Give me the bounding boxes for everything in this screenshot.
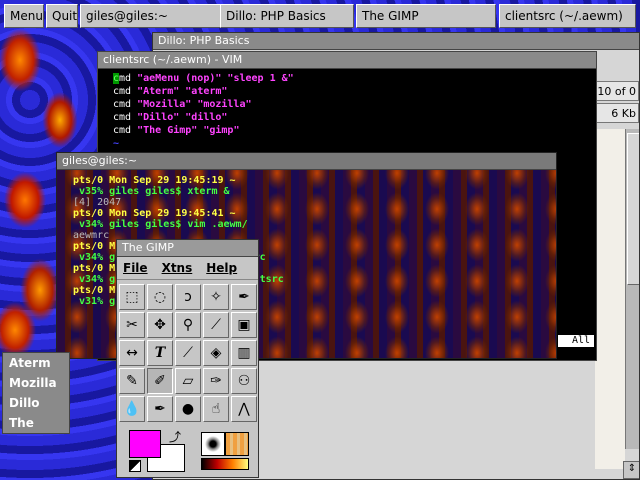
default-colors-icon[interactable] [129, 460, 141, 472]
magic-wand-icon[interactable]: ✧ [203, 284, 229, 310]
foreground-color-swatch[interactable] [129, 430, 161, 458]
vim-line: cmd "Mozilla" "mozilla" [113, 99, 252, 110]
gradient-indicator[interactable] [201, 458, 249, 470]
gimp-toolbox[interactable]: The GIMP File Xtns Help ⬚ ◌ ↄ ✧ ✒ ✂ ✥ ⚲ ⟋ … [116, 239, 259, 478]
task-vim[interactable]: clientsrc (~/.aewm) [499, 4, 636, 28]
dillo-scroll-thumb[interactable] [627, 133, 639, 285]
terminal-line: v34% giles giles$ vim .aewm/ [73, 219, 248, 230]
terminal-line: [4] 2047 [73, 197, 122, 208]
root-menu-item-gimp[interactable]: The Gimp [3, 413, 69, 433]
measure-icon[interactable]: ⋀ [231, 396, 257, 422]
airbrush-icon[interactable]: ✑ [203, 368, 229, 394]
smudge-icon[interactable]: ☝ [203, 396, 229, 422]
gimp-menubar: File Xtns Help [117, 257, 258, 280]
gimp-menu-file[interactable]: File [123, 261, 148, 275]
root-menu-item-mozilla[interactable]: Mozilla [3, 373, 69, 393]
eraser-icon[interactable]: ▱ [175, 368, 201, 394]
dillo-page-counter: 10 of 0 [595, 81, 639, 101]
ink-icon[interactable]: ✒ [147, 396, 173, 422]
vim-buffer[interactable]: cmd "aeMenu (nop)" "sleep 1 &" cmd "Ater… [113, 72, 294, 150]
dillo-scrollbar[interactable] [625, 129, 639, 449]
root-menu-item-aterm[interactable]: Aterm [3, 353, 69, 373]
magnify-icon[interactable]: ⚲ [175, 312, 201, 338]
paintbrush-icon[interactable]: ✐ [147, 368, 173, 394]
dillo-titlebar[interactable]: Dillo: PHP Basics [153, 33, 639, 50]
move-icon[interactable]: ✥ [147, 312, 173, 338]
swap-colors-icon[interactable]: ⤴ [169, 428, 181, 445]
pencil-icon[interactable]: ✎ [119, 368, 145, 394]
pattern-indicator[interactable] [225, 432, 249, 456]
gimp-menu-help[interactable]: Help [206, 261, 237, 275]
gimp-color-area[interactable]: ⤴ [127, 430, 191, 474]
quit-button[interactable]: Quit [46, 4, 78, 28]
root-menu[interactable]: Aterm Mozilla Dillo The Gimp [2, 352, 70, 434]
gimp-titlebar[interactable]: The GIMP [117, 240, 258, 257]
transform-icon[interactable]: ▣ [231, 312, 257, 338]
menu-button[interactable]: Menu [4, 4, 44, 28]
dillo-content [595, 129, 625, 469]
vim-tilde: ~ [113, 138, 120, 149]
vim-titlebar[interactable]: clientsrc (~/.aewm) - VIM [98, 52, 596, 69]
vim-status: All [558, 335, 594, 347]
gradient-icon[interactable]: ▥ [231, 340, 257, 366]
vim-line: cmd "The Gimp" "gimp" [113, 125, 240, 136]
dillo-size: 6 Kb [595, 103, 639, 123]
clone-icon[interactable]: ⚇ [231, 368, 257, 394]
task-dillo-php[interactable]: Dillo: PHP Basics [220, 4, 354, 28]
root-menu-item-dillo[interactable]: Dillo [3, 393, 69, 413]
terminal-titlebar[interactable]: giles@giles:~ [57, 153, 556, 170]
bucket-fill-icon[interactable]: ◈ [203, 340, 229, 366]
vim-cursor [113, 73, 119, 84]
bezier-icon[interactable]: ✒ [231, 284, 257, 310]
blur-icon[interactable]: 💧 [119, 396, 145, 422]
dillo-scroll-arrows[interactable]: ⇕ [623, 461, 639, 479]
terminal-line: v35% giles giles$ xterm & [73, 186, 230, 197]
crop-icon[interactable]: ⟋ [203, 312, 229, 338]
flip-icon[interactable]: ↔ [119, 340, 145, 366]
gimp-menu-xtns[interactable]: Xtns [162, 261, 193, 275]
lasso-icon[interactable]: ↄ [175, 284, 201, 310]
rect-select-icon[interactable]: ⬚ [119, 284, 145, 310]
terminal-line: pts/0 Mon Sep 29 19:45:19 ~ [73, 175, 236, 186]
vim-line: cmd "Dillo" "dillo" [113, 112, 228, 123]
gimp-tool-grid: ⬚ ◌ ↄ ✧ ✒ ✂ ✥ ⚲ ⟋ ▣ ↔ T ⟋ ◈ ▥ ✎ ✐ ▱ ✑ ⚇ … [119, 284, 257, 424]
scissors-icon[interactable]: ✂ [119, 312, 145, 338]
text-icon[interactable]: T [147, 340, 173, 366]
ellipse-select-icon[interactable]: ◌ [147, 284, 173, 310]
terminal-line: pts/0 Mon Sep 29 19:45:41 ~ [73, 208, 236, 219]
brush-indicator[interactable] [201, 432, 225, 456]
vim-line: cmd "Aterm" "aterm" [113, 86, 228, 97]
vim-line: cmd "aeMenu (nop)" "sleep 1 &" [113, 73, 294, 84]
color-picker-icon[interactable]: ⟋ [175, 340, 201, 366]
task-gimp[interactable]: The GIMP [356, 4, 496, 28]
dodge-icon[interactable]: ● [175, 396, 201, 422]
